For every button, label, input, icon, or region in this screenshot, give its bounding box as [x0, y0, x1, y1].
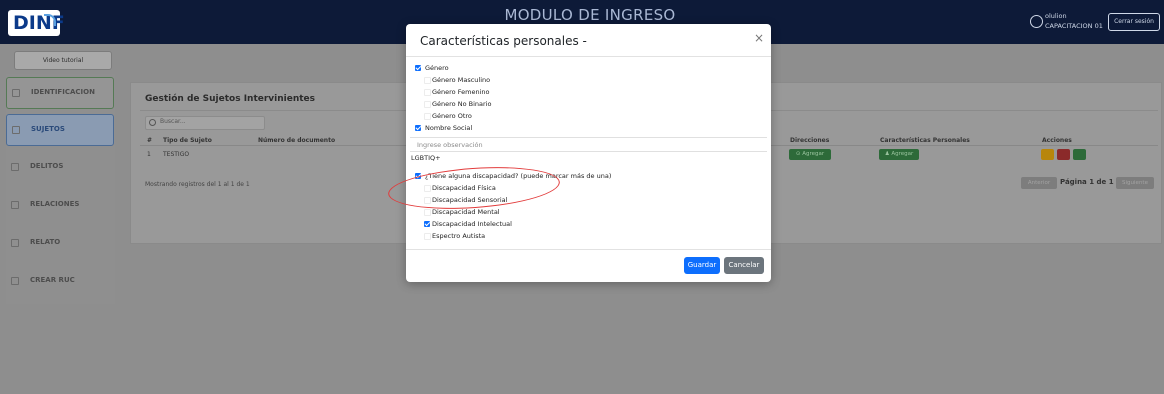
column-header-direcciones[interactable]: Direcciones	[790, 137, 829, 144]
delete-button[interactable]	[1057, 149, 1070, 160]
modal-title: Características personales -	[420, 34, 587, 48]
user-avatar-icon	[1030, 15, 1043, 28]
video-tutorial-label: Video tutorial	[42, 57, 84, 64]
edit-button[interactable]	[1041, 149, 1054, 160]
genero-otro-checkbox[interactable]	[424, 113, 431, 120]
genero-no-binario-checkbox[interactable]	[424, 101, 431, 108]
folder-icon	[11, 277, 19, 285]
modal-header-divider	[406, 56, 771, 57]
characteristics-modal: Características personales - × Género Gé…	[406, 24, 771, 282]
table-cell-num: 1	[147, 151, 151, 158]
list-icon	[11, 163, 19, 171]
column-header-acciones[interactable]: Acciones	[1042, 137, 1072, 144]
search-placeholder: Buscar...	[160, 118, 186, 125]
discapacidad-mental-label: Discapacidad Mental	[432, 208, 500, 216]
sidebar-item-sujetos[interactable]: SUJETOS	[6, 114, 114, 146]
sidebar-item-label: RELATO	[30, 238, 61, 246]
sidebar-item-identificacion[interactable]: IDENTIFICACION	[6, 77, 114, 109]
discapacidad-intelectual-label: Discapacidad Intelectual	[432, 220, 512, 228]
dinf-logo[interactable]: DINF	[8, 10, 65, 36]
discapacidad-intelectual-checkbox[interactable]	[424, 221, 430, 227]
sidebar-item-label: DELITOS	[30, 162, 64, 170]
sidebar-item-delitos[interactable]: DELITOS	[6, 152, 112, 182]
sidebar-item-label: CREAR RUC	[30, 276, 75, 284]
genero-masculino-checkbox[interactable]	[424, 77, 431, 84]
genero-no-binario-label: Género No Binario	[432, 100, 492, 108]
pager-prev-button[interactable]: Anterior	[1021, 177, 1057, 189]
video-tutorial-button[interactable]: Video tutorial	[14, 51, 112, 70]
people-icon	[11, 201, 19, 209]
genero-femenino-checkbox[interactable]	[424, 89, 431, 96]
nombre-social-checkbox[interactable]	[415, 125, 421, 131]
app-title: MODULO DE INGRESO	[504, 6, 676, 24]
discapacidad-mental-checkbox[interactable]	[424, 209, 431, 216]
genero-otro-label: Género Otro	[432, 112, 472, 120]
genero-masculino-label: Género Masculino	[432, 76, 491, 84]
pager-next-button[interactable]: Siguiente	[1116, 177, 1154, 189]
search-input[interactable]: Buscar...	[145, 116, 265, 130]
observacion-placeholder: Ingrese observación	[417, 141, 483, 149]
espectro-autista-checkbox[interactable]	[424, 233, 431, 240]
espectro-autista-label: Espectro Autista	[432, 232, 486, 240]
save-button[interactable]: Guardar	[684, 257, 720, 274]
id-card-icon	[12, 89, 20, 97]
document-icon	[11, 239, 19, 247]
modal-footer-divider	[406, 249, 771, 250]
whatsapp-button[interactable]	[1073, 149, 1086, 160]
sidebar-item-relaciones[interactable]: RELACIONES	[6, 190, 112, 220]
sidebar-item-label: SUJETOS	[31, 125, 65, 133]
logout-button[interactable]: Cerrar sesión	[1108, 13, 1160, 31]
user-role: CAPACITACION 01	[1045, 22, 1103, 30]
column-header-documento[interactable]: Número de documento	[258, 137, 335, 144]
search-icon	[149, 119, 156, 126]
user-name: olulion	[1045, 12, 1067, 20]
genero-femenino-label: Género Femenino	[432, 88, 490, 96]
genero-label: Género	[425, 64, 449, 72]
lgbtiq-label[interactable]: LGBTIQ+	[411, 154, 441, 162]
close-icon[interactable]: ×	[754, 31, 764, 45]
table-cell-tipo: TESTIGO	[163, 151, 190, 158]
add-direccion-button[interactable]: ⊙ Agregar	[789, 149, 831, 160]
logo-text: DINF	[13, 12, 65, 34]
add-caracteristicas-button[interactable]: ♟ Agregar	[879, 149, 919, 160]
nombre-social-label: Nombre Social	[425, 124, 473, 132]
page-title: Gestión de Sujetos Intervinientes	[145, 94, 316, 104]
column-header-num[interactable]: #	[147, 137, 152, 144]
observacion-input[interactable]: Ingrese observación	[410, 137, 767, 152]
pager-info: Página 1 de 1	[1060, 178, 1114, 186]
genero-checkbox[interactable]	[415, 65, 421, 71]
column-header-caracteristicas[interactable]: Características Personales	[880, 137, 970, 144]
table-info: Mostrando registros del 1 al 1 de 1	[145, 181, 250, 188]
column-header-tipo[interactable]: Tipo de Sujeto	[163, 137, 212, 144]
add-caracteristicas-label: Agregar	[891, 151, 914, 157]
cancel-button[interactable]: Cancelar	[724, 257, 764, 274]
sidebar-item-relato[interactable]: RELATO	[6, 228, 112, 258]
sidebar-item-label: RELACIONES	[30, 200, 80, 208]
sidebar-item-label: IDENTIFICACION	[31, 88, 95, 96]
sidebar-item-crear-ruc[interactable]: CREAR RUC	[6, 266, 112, 296]
user-icon	[12, 126, 20, 134]
add-direccion-label: Agregar	[802, 151, 825, 157]
